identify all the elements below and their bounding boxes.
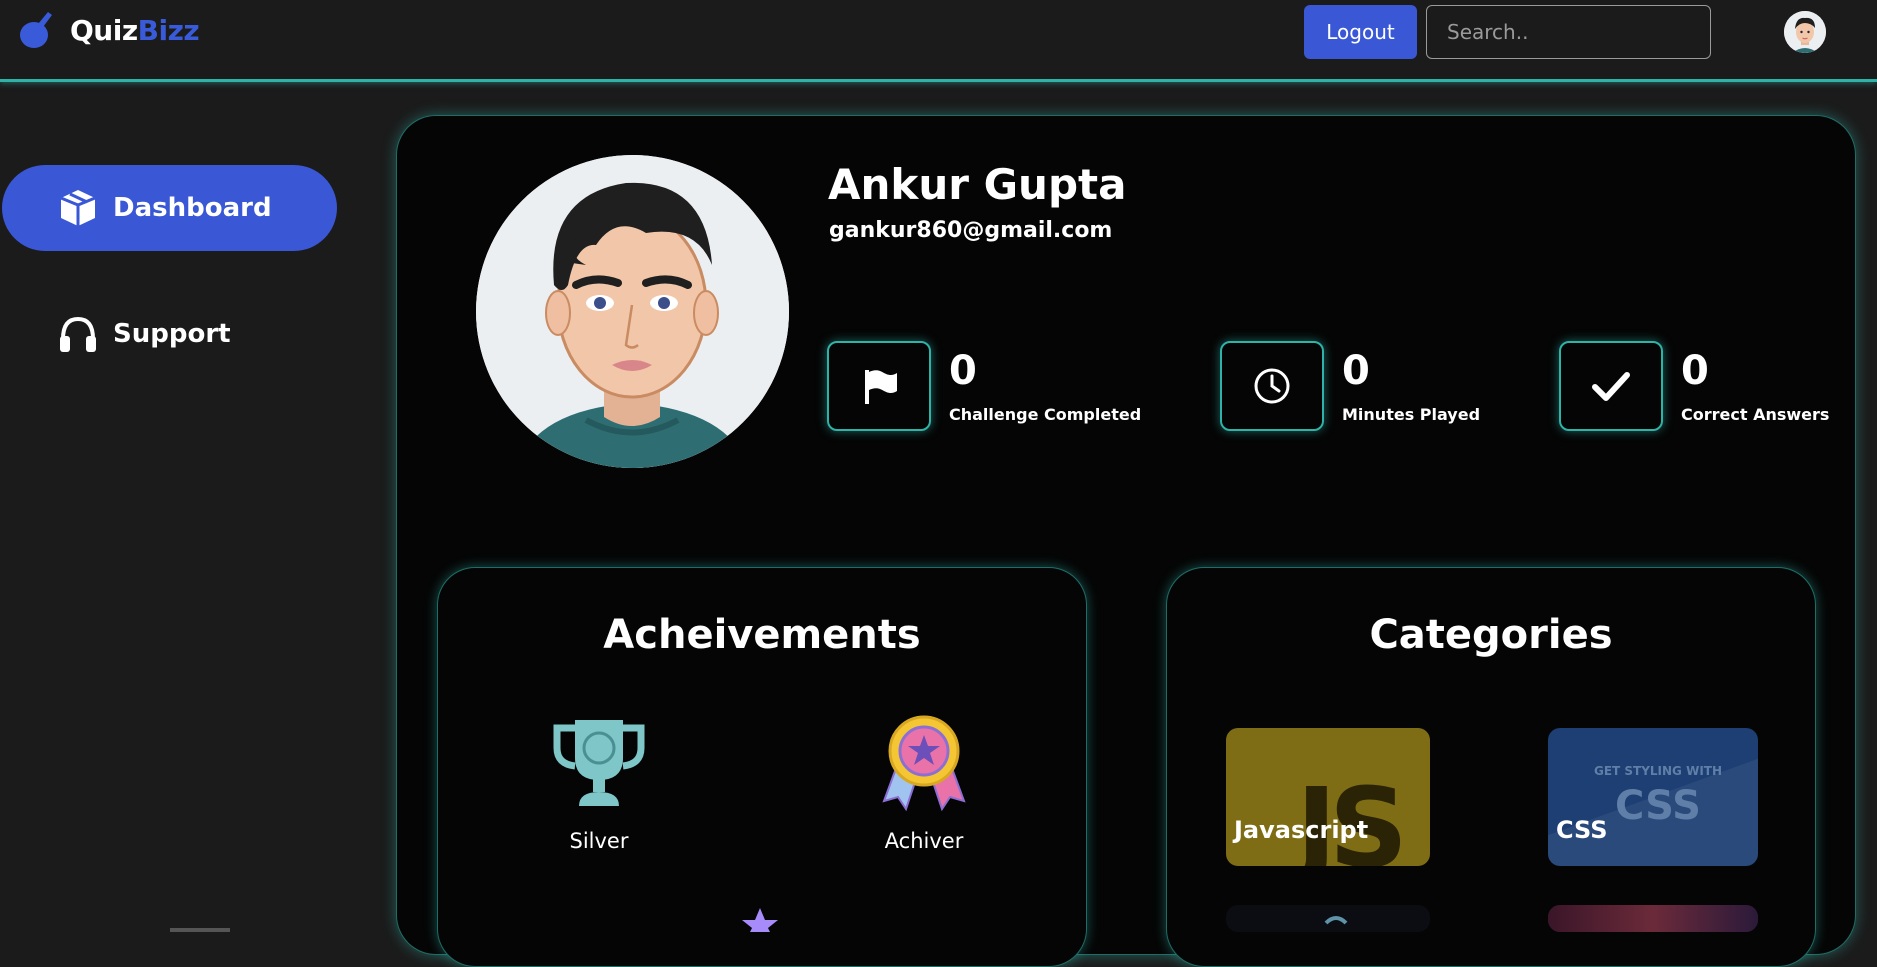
top-header: QuizBizz Logout	[0, 0, 1877, 82]
app-logo[interactable]: QuizBizz	[18, 10, 200, 50]
flag-icon	[865, 370, 897, 404]
scrollbar-indicator[interactable]	[170, 928, 230, 932]
cube-icon	[60, 190, 96, 226]
minutes-played-value: 0	[1342, 348, 1370, 394]
user-avatar[interactable]	[1784, 11, 1826, 53]
sidebar-item-support[interactable]: Support	[2, 291, 337, 377]
profile-portrait-icon	[476, 155, 789, 468]
logout-button[interactable]: Logout	[1304, 5, 1417, 59]
clock-icon	[1254, 368, 1290, 404]
star-badge-icon	[742, 908, 778, 932]
correct-answers-value: 0	[1681, 348, 1709, 394]
category-tile-css[interactable]: GET STYLING WITH CSS CSS	[1548, 728, 1758, 866]
minutes-stat-box	[1220, 341, 1324, 431]
correct-answers-label: Correct Answers	[1681, 405, 1830, 424]
logo-text: QuizBizz	[70, 13, 200, 47]
category-label-css: CSS	[1556, 816, 1608, 844]
challenges-completed-label: Challenge Completed	[949, 405, 1142, 424]
user-name: Ankur Gupta	[828, 160, 1127, 209]
logo-text-part1: Quiz	[70, 13, 138, 47]
category-thumb-gradient	[1548, 905, 1758, 932]
headphones-icon	[60, 316, 96, 352]
achievement-label-silver: Silver	[569, 829, 629, 853]
medal-icon	[882, 715, 966, 811]
sidebar-item-label: Dashboard	[113, 193, 272, 223]
profile-avatar	[476, 155, 789, 468]
answers-stat-box	[1559, 341, 1663, 431]
trophy-icon	[553, 720, 645, 806]
search-input[interactable]	[1426, 5, 1711, 59]
sidebar-item-label: Support	[113, 319, 231, 349]
logo-text-part2: Bizz	[137, 13, 200, 47]
logo-icon	[20, 12, 52, 48]
checkmark-icon	[1592, 372, 1630, 401]
category-label-javascript: Javascript	[1234, 816, 1369, 844]
category-tile-partial-right[interactable]	[1548, 905, 1758, 932]
challenges-completed-value: 0	[949, 348, 977, 394]
challenges-stat-box	[827, 341, 931, 431]
category-tile-partial-left[interactable]	[1226, 905, 1430, 932]
achievements-title: Acheivements	[603, 612, 921, 658]
sidebar-item-dashboard[interactable]: Dashboard	[2, 165, 337, 251]
achievement-label-achiver: Achiver	[884, 829, 964, 853]
avatar-face-icon	[1784, 11, 1826, 53]
categories-title: Categories	[1369, 612, 1613, 658]
category-thumb-icon	[1324, 916, 1348, 925]
category-tile-javascript[interactable]: JS Javascript	[1226, 728, 1430, 866]
user-email: gankur860@gmail.com	[829, 218, 1113, 243]
minutes-played-label: Minutes Played	[1342, 405, 1481, 424]
